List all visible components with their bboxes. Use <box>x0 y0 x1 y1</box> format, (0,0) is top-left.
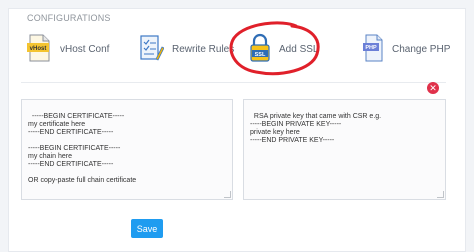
ssl-padlock-icon: SSL <box>249 33 271 66</box>
rewrite-checklist-icon <box>138 34 165 65</box>
tab-vhost-conf[interactable]: vHost vHost Conf <box>26 34 109 64</box>
resize-handle[interactable] <box>224 191 231 198</box>
tab-label: Add SSL <box>279 43 319 55</box>
save-button[interactable]: Save <box>131 219 163 238</box>
vhost-file-icon: vHost <box>26 34 52 65</box>
php-file-icon: PHP <box>362 34 384 65</box>
certificate-text: -----BEGIN CERTIFICATE----- my certifica… <box>28 113 137 184</box>
tab-label: Rewrite Rules <box>172 43 235 55</box>
tab-add-ssl[interactable]: SSL Add SSL <box>249 33 319 66</box>
php-icon-text: PHP <box>365 45 377 51</box>
close-icon[interactable]: ✕ <box>427 82 439 94</box>
tab-change-php[interactable]: PHP Change PHP <box>362 34 450 64</box>
ssl-icon-text: SSL <box>255 52 266 58</box>
private-key-textarea[interactable]: RSA private key that came with CSR e.g. … <box>243 99 446 200</box>
private-key-text: RSA private key that came with CSR e.g. … <box>250 113 382 144</box>
section-title: CONFIGURATIONS <box>27 13 111 23</box>
divider <box>21 82 446 83</box>
tab-label: vHost Conf <box>60 43 110 55</box>
tab-label: Change PHP <box>392 43 451 55</box>
tab-rewrite-rules[interactable]: Rewrite Rules <box>138 34 234 64</box>
certificate-textarea[interactable]: -----BEGIN CERTIFICATE----- my certifica… <box>21 99 233 200</box>
resize-handle[interactable] <box>437 191 444 198</box>
vhost-icon-text: vHost <box>30 46 47 52</box>
